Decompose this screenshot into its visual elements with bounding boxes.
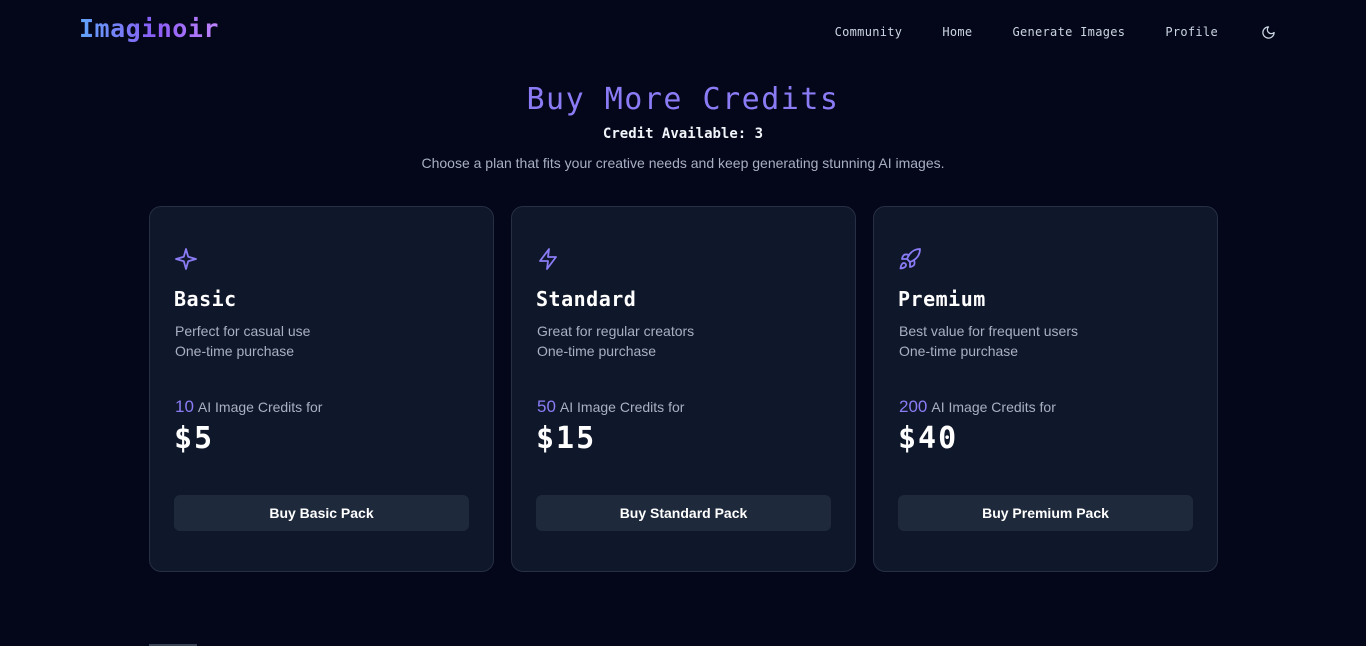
hero-section: Buy More Credits Credit Available: 3 Cho…: [0, 80, 1366, 172]
plan-tagline: Great for regular creators: [537, 323, 695, 339]
plan-price: $15: [536, 421, 597, 456]
plan-name: Premium: [898, 287, 986, 311]
plan-credits: 200 AI Image Credits for: [899, 397, 1056, 417]
top-navbar: Imaginoir Community Home Generate Images…: [0, 0, 1366, 64]
plan-tagline: Perfect for casual use: [175, 323, 311, 339]
plan-description: Best value for frequent users One-time p…: [899, 321, 1078, 361]
plan-description: Great for regular creators One-time purc…: [537, 321, 694, 361]
moon-icon: [1261, 25, 1275, 39]
page-title: Buy More Credits: [526, 82, 840, 117]
nav-community[interactable]: Community: [835, 25, 903, 39]
nav-generate-images[interactable]: Generate Images: [1012, 25, 1125, 39]
plan-purchase-type: One-time purchase: [537, 343, 657, 359]
plan-credits: 50 AI Image Credits for: [537, 397, 684, 417]
nav-home[interactable]: Home: [942, 25, 972, 39]
nav-profile[interactable]: Profile: [1165, 25, 1218, 39]
pricing-plans: Basic Perfect for casual use One-time pu…: [149, 206, 1218, 572]
buy-premium-button[interactable]: Buy Premium Pack: [898, 495, 1193, 531]
credit-count: 200: [899, 397, 928, 416]
credits-label: AI Image Credits for: [197, 399, 323, 415]
logo[interactable]: Imaginoir: [79, 14, 219, 43]
plan-card-premium: Premium Best value for frequent users On…: [873, 206, 1218, 572]
rocket-icon: [898, 247, 924, 273]
plan-card-standard: Standard Great for regular creators One-…: [511, 206, 856, 572]
credit-count: 10: [175, 397, 194, 416]
plan-card-basic: Basic Perfect for casual use One-time pu…: [149, 206, 494, 572]
main-nav: Community Home Generate Images Profile: [835, 0, 1278, 64]
plan-tagline: Best value for frequent users: [899, 323, 1078, 339]
plan-purchase-type: One-time purchase: [899, 343, 1019, 359]
plan-price: $40: [898, 421, 959, 456]
plan-description: Perfect for casual use One-time purchase: [175, 321, 310, 361]
credit-count: 50: [537, 397, 556, 416]
plan-name: Standard: [536, 287, 637, 311]
credits-available: Credit Available: 3: [602, 126, 764, 142]
page-subtitle: Choose a plan that fits your creative ne…: [421, 155, 945, 171]
sparkle-icon: [174, 247, 200, 273]
plan-price: $5: [174, 421, 215, 456]
buy-basic-button[interactable]: Buy Basic Pack: [174, 495, 469, 531]
buy-standard-button[interactable]: Buy Standard Pack: [536, 495, 831, 531]
plan-name: Basic: [174, 287, 237, 311]
plan-purchase-type: One-time purchase: [175, 343, 295, 359]
page: Imaginoir Community Home Generate Images…: [0, 0, 1366, 646]
lightning-icon: [536, 247, 562, 273]
credits-label: AI Image Credits for: [559, 399, 685, 415]
theme-toggle-button[interactable]: [1258, 22, 1278, 42]
plan-credits: 10 AI Image Credits for: [175, 397, 322, 417]
credits-label: AI Image Credits for: [931, 399, 1056, 415]
